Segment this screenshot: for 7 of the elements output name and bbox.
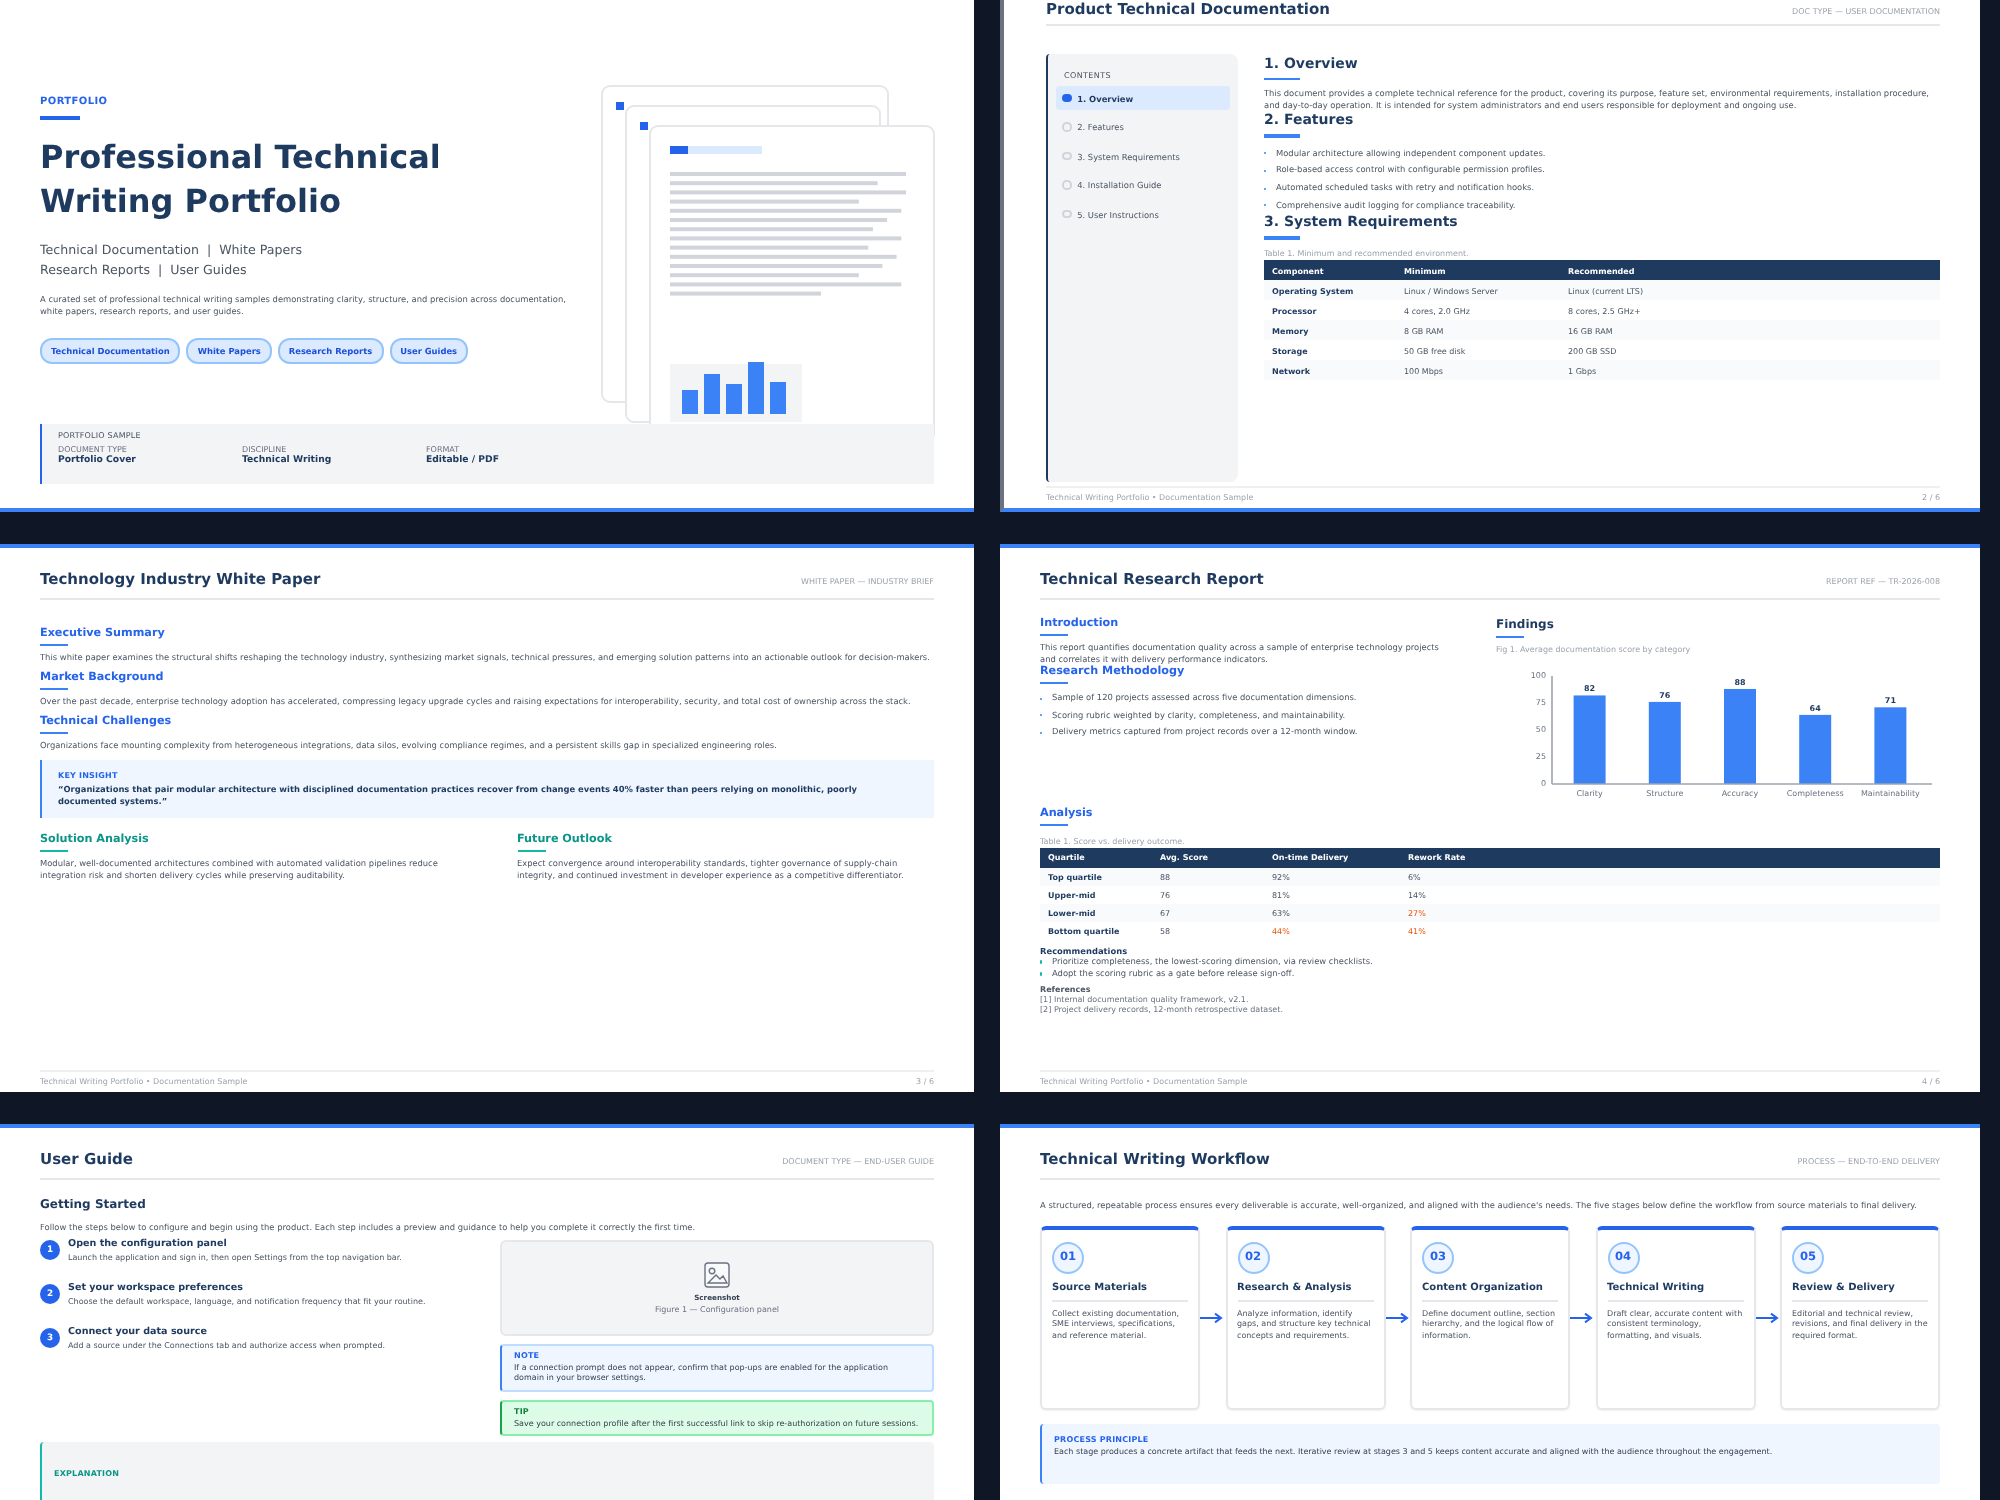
- chart-bar: [1648, 701, 1681, 784]
- chart-bar: [1799, 714, 1832, 784]
- cover-title: Professional Technical Writing Portfolio: [40, 135, 443, 223]
- chart-bar: [1874, 707, 1907, 784]
- chart-bar: [1724, 688, 1756, 784]
- image-icon: [704, 1261, 730, 1288]
- chart-bar: [1573, 695, 1606, 784]
